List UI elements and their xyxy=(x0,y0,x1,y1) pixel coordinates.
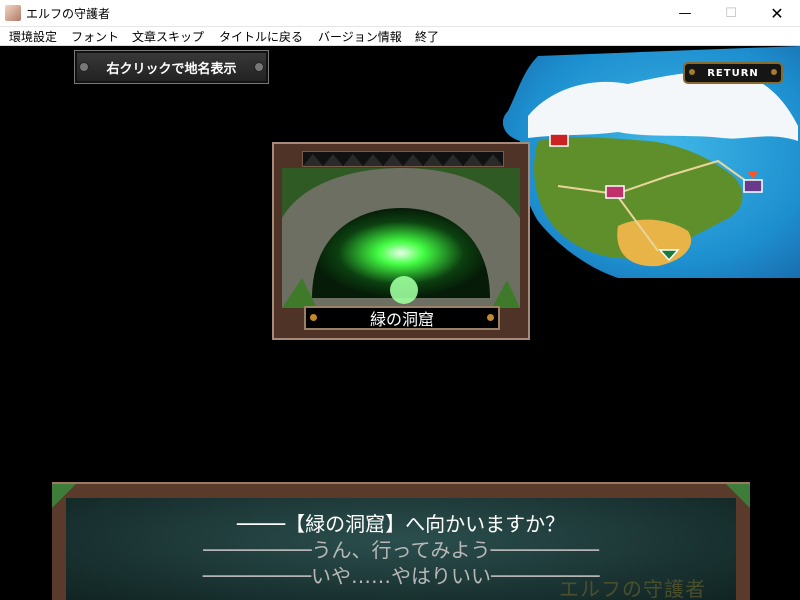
choice-yes[interactable]: ─────────うん、行ってみよう───────── xyxy=(66,534,736,563)
maximize-button[interactable]: ☐ xyxy=(708,0,754,26)
menu-version-info[interactable]: バージョン情報 xyxy=(318,28,402,45)
show-place-names-button[interactable]: 右クリックで地名表示 xyxy=(74,50,269,84)
menu-exit[interactable]: 終了 xyxy=(415,28,439,45)
cave-image xyxy=(282,168,520,308)
minimize-button[interactable]: — xyxy=(662,0,708,26)
menubar: 環境設定 フォント 文章スキップ タイトルに戻る バージョン情報 終了 xyxy=(0,27,800,46)
menu-settings[interactable]: 環境設定 xyxy=(9,28,57,45)
menu-return-title[interactable]: タイトルに戻る xyxy=(219,28,303,45)
bolt-icon xyxy=(254,62,264,72)
panel-zigzag-ornament xyxy=(302,151,504,167)
location-panel: 緑の洞窟 xyxy=(272,142,530,340)
window-title: エルフの守護者 xyxy=(26,7,111,21)
map-marker-east[interactable] xyxy=(743,179,763,193)
bolt-icon xyxy=(79,62,89,72)
app-icon xyxy=(5,5,21,21)
game-logo-watermark: エルフの守護者 xyxy=(559,577,706,600)
dialog-body: ────【緑の洞窟】へ向かいますか？ ─────────うん、行ってみよう───… xyxy=(66,498,736,600)
game-canvas[interactable]: 右クリックで地名表示 RETURN 緑の洞窟 ────【緑の洞窟】へ向かいますか… xyxy=(0,46,800,600)
location-name-label: 緑の洞窟 xyxy=(304,306,500,330)
window-titlebar: エルフの守護者 — ☐ ✕ xyxy=(0,0,800,27)
dialog-box: ────【緑の洞窟】へ向かいますか？ ─────────うん、行ってみよう───… xyxy=(52,482,750,600)
map-marker-north[interactable] xyxy=(549,133,569,147)
map-marker-central[interactable] xyxy=(605,185,625,199)
menu-text-skip[interactable]: 文章スキップ xyxy=(132,28,204,45)
close-button[interactable]: ✕ xyxy=(754,0,800,26)
menu-font[interactable]: フォント xyxy=(71,28,119,45)
dialog-question: ────【緑の洞窟】へ向かいますか？ xyxy=(236,512,566,536)
hint-button-label: 右クリックで地名表示 xyxy=(106,61,237,77)
return-button[interactable]: RETURN xyxy=(683,62,783,84)
